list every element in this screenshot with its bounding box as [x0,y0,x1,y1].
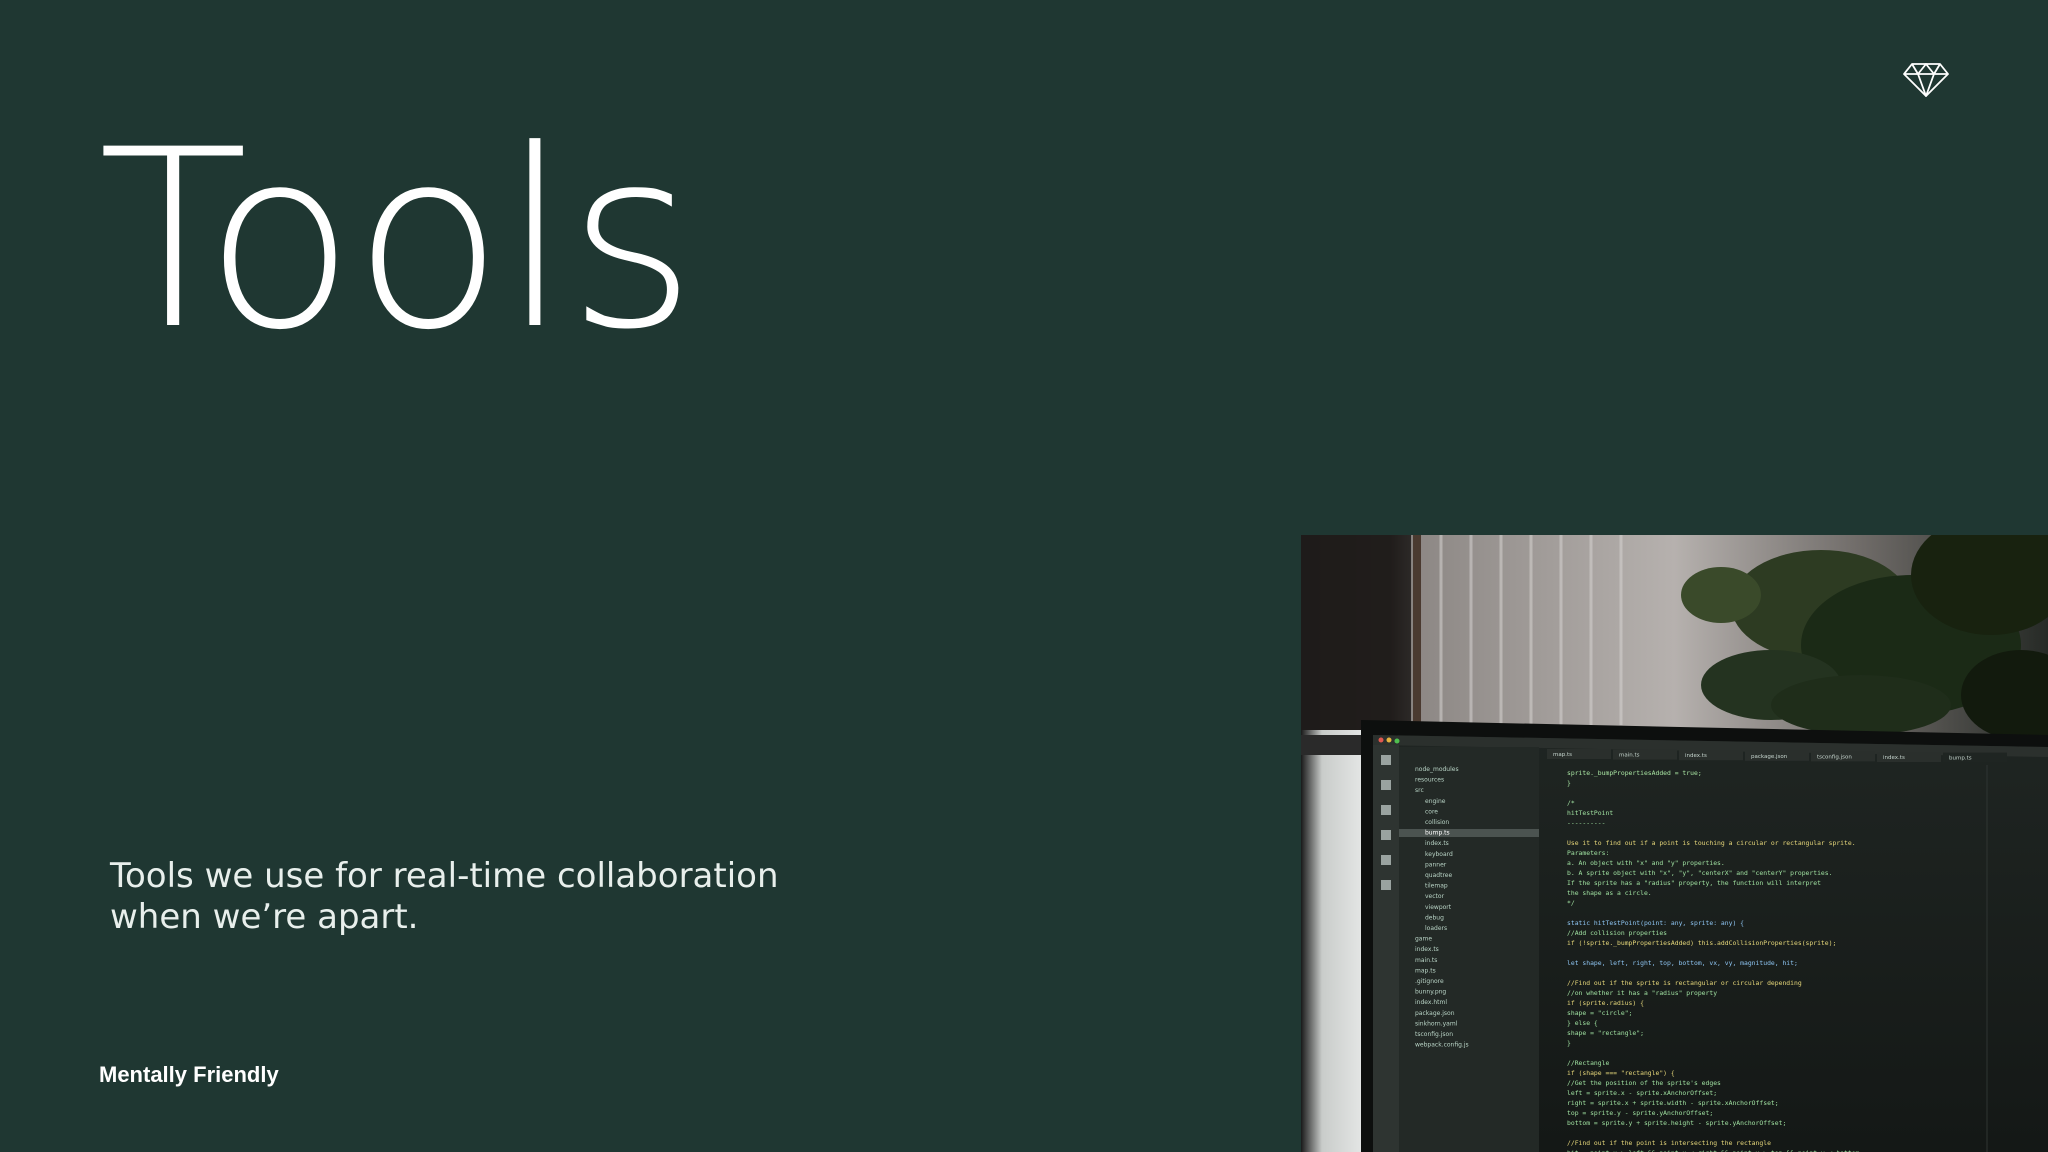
editor-tab-label: package.json [1751,754,1788,760]
explorer-item: game [1415,936,1432,943]
editor-tab-label: map.ts [1553,752,1572,758]
explorer-item: main.ts [1415,957,1437,964]
code-line: Parameters: [1567,849,1609,857]
code-line: shape = "circle"; [1567,1009,1632,1017]
code-line: //Find out if the sprite is rectangular … [1567,979,1802,987]
brand-name: Mentally Friendly [99,1062,279,1087]
code-line: if (sprite.radius) { [1567,999,1644,1007]
code-editor-photo: node_modules resources src engine core collis… [1301,535,2048,1152]
code-line: /* [1567,799,1575,807]
code-line: b. A sprite object with "x", "y", "cente… [1567,869,1832,877]
code-line: shape = "rectangle"; [1567,1029,1644,1037]
code-line: } [1567,779,1571,787]
explorer-item: .gitignore [1415,978,1444,985]
subtitle-line-2: when we’re apart. [110,897,419,937]
editor-tab-label: tsconfig.json [1817,754,1852,760]
explorer-item: node_modules [1415,766,1459,773]
explorer-item: sinkhorn.yaml [1415,1020,1458,1027]
explorer-item: debug [1425,914,1444,921]
code-line: static hitTestPoint(point: any, sprite: … [1567,919,1744,927]
code-line: bottom = sprite.y + sprite.height - spri… [1567,1119,1786,1127]
code-line: If the sprite has a "radius" property, t… [1567,879,1821,887]
code-line: the shape as a circle. [1567,889,1652,897]
code-line: //Get the position of the sprite's edges [1567,1079,1721,1087]
explorer-item: index.ts [1415,946,1439,953]
code-line: right = sprite.x + sprite.width - sprite… [1567,1099,1779,1107]
explorer-item: collision [1425,819,1449,826]
code-line: //on whether it has a "radius" property [1567,989,1717,997]
code-line: */ [1567,899,1575,907]
explorer-item: viewport [1425,904,1452,911]
explorer-item: index.ts [1425,840,1449,847]
code-line: } else { [1567,1019,1598,1027]
code-line: ---------- [1567,819,1605,827]
code-line: a. An object with "x" and "y" properties… [1567,859,1725,867]
explorer-item: resources [1415,777,1444,784]
explorer-item: package.json [1415,1010,1455,1017]
page-title: Tools [98,98,696,384]
explorer-item: panner [1425,861,1447,868]
editor-tab-label: index.ts [1685,753,1707,759]
explorer-item: map.ts [1415,967,1436,974]
explorer-item: tilemap [1425,883,1448,890]
code-line: Use it to find out if a point is touchin… [1567,839,1856,847]
code-line: } [1567,1039,1571,1047]
code-line: let shape, left, right, top, bottom, vx,… [1567,959,1798,967]
explorer-item: bump.ts [1425,830,1450,837]
explorer-item: tsconfig.json [1415,1031,1453,1038]
code-line: if (!sprite._bumpPropertiesAdded) this.a… [1567,939,1836,947]
editor-tab-label: bump.ts [1949,756,1972,762]
explorer-item: core [1425,808,1438,815]
explorer-item: quadtree [1425,872,1452,879]
explorer-item: engine [1425,798,1446,805]
explorer-item: loaders [1425,925,1447,932]
explorer-item: webpack.config.js [1415,1042,1469,1049]
diamond-icon [1903,63,1949,97]
explorer-item: bunny.png [1415,989,1446,996]
slide: Tools Tools we use for real-time collabo… [0,0,2048,1152]
code-editor-photo-svg: node_modules resources srcengine core collis… [1301,535,2048,1152]
explorer-item: keyboard [1425,851,1453,858]
code-line: left = sprite.x - sprite.xAnchorOffset; [1567,1089,1717,1097]
explorer-item: src [1415,787,1424,794]
code-line: if (shape === "rectangle") { [1567,1069,1675,1077]
code-line: sprite._bumpPropertiesAdded = true; [1567,769,1702,777]
subtitle-line-1: Tools we use for real-time collaboration [110,856,779,896]
code-line: //Find out if the point is intersecting … [1567,1139,1771,1147]
editor-tab-label: index.ts [1883,755,1905,761]
code-line: top = sprite.y - sprite.yAnchorOffset; [1567,1109,1713,1117]
explorer-item: index.html [1415,999,1447,1006]
explorer-item: vector [1425,893,1445,900]
editor-tab-label: main.ts [1619,753,1640,759]
subtitle: Tools we use for real-time collaboration… [110,856,870,938]
code-line: hitTestPoint [1567,809,1613,817]
code-line: //Add collision properties [1567,929,1667,937]
code-line: //Rectangle [1567,1059,1609,1067]
